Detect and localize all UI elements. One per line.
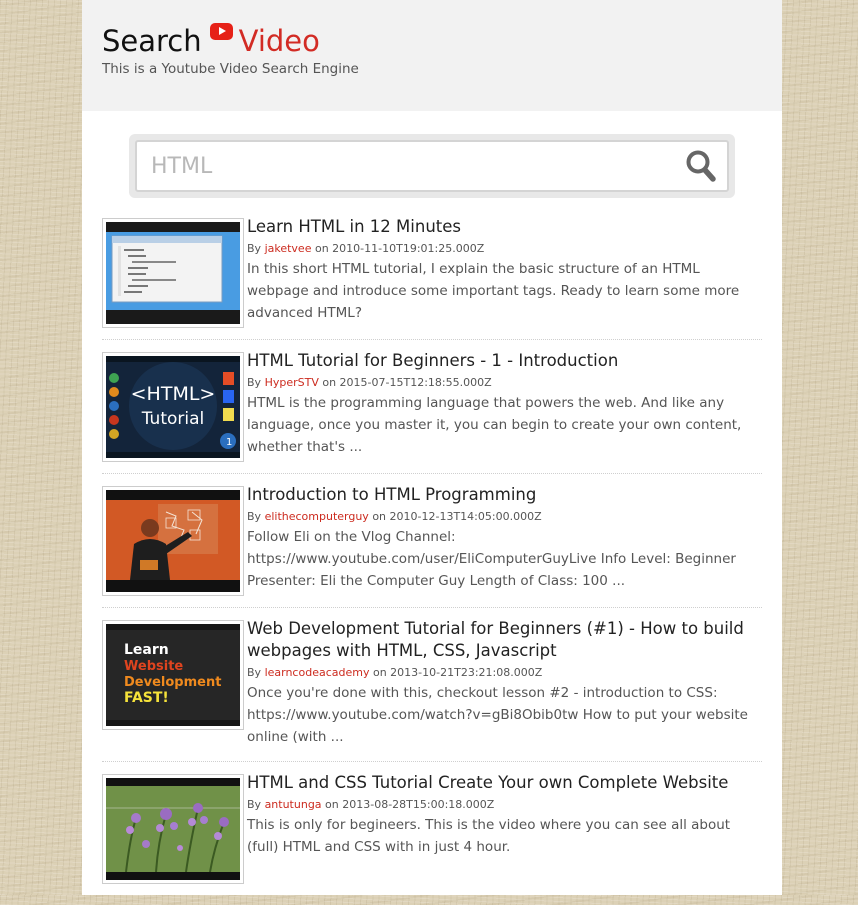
result-description: In this short HTML tutorial, I explain t… <box>247 261 740 321</box>
result-meta: By learncodeacademy on 2013-10-21T23:21:… <box>247 665 762 681</box>
result-date: 2010-12-13T14:05:00.000Z <box>389 510 542 523</box>
result-date: 2010-11-10T19:01:25.000Z <box>332 242 485 255</box>
search-icon[interactable] <box>685 149 717 183</box>
result-title[interactable]: HTML and CSS Tutorial Create Your own Co… <box>247 772 762 794</box>
result-item: Introduction to HTML Programming By elit… <box>102 484 762 608</box>
thumb-text-website: Website <box>124 659 183 674</box>
result-description: Follow Eli on the Vlog Channel: https://… <box>247 529 736 589</box>
result-thumbnail[interactable]: Learn Website Development FAST! <box>102 620 244 730</box>
by-label: By <box>247 798 262 811</box>
result-info: Web Development Tutorial for Beginners (… <box>247 618 762 748</box>
thumb-text-learn: Learn <box>124 642 169 658</box>
by-label: By <box>247 242 262 255</box>
result-thumbnail[interactable] <box>102 774 244 884</box>
search-input[interactable] <box>151 150 671 182</box>
result-thumbnail[interactable] <box>102 218 244 328</box>
result-item: Learn Website Development FAST! Web Deve… <box>102 618 762 762</box>
result-item: 1 <HTML> Tutorial HTML Tutorial for Begi… <box>102 350 762 474</box>
result-title[interactable]: Web Development Tutorial for Beginners (… <box>247 618 762 662</box>
result-description: Once you're done with this, checkout les… <box>247 685 748 745</box>
result-info: Learn HTML in 12 Minutes By jaketvee on … <box>247 216 762 324</box>
result-meta: By jaketvee on 2010-11-10T19:01:25.000Z <box>247 241 762 257</box>
on-label: on <box>314 242 329 255</box>
site-subtitle: This is a Youtube Video Search Engine <box>102 61 359 77</box>
result-author[interactable]: elithecomputerguy <box>265 510 369 523</box>
result-meta: By antutunga on 2013-08-28T15:00:18.000Z <box>247 797 762 813</box>
thumb-text-html: <HTML> <box>131 383 216 405</box>
result-date: 2015-07-15T12:18:55.000Z <box>339 376 492 389</box>
result-title[interactable]: Introduction to HTML Programming <box>247 484 762 506</box>
result-author[interactable]: jaketvee <box>265 242 312 255</box>
svg-text:1: 1 <box>226 437 232 448</box>
thumb-text-development: Development <box>124 675 221 690</box>
thumb-text-tutorial: Tutorial <box>141 409 205 429</box>
result-info: Introduction to HTML Programming By elit… <box>247 484 762 592</box>
result-description: This is only for begineers. This is the … <box>247 817 731 855</box>
title-search-word: Search <box>102 24 202 58</box>
results-list: Learn HTML in 12 Minutes By jaketvee on … <box>102 216 762 905</box>
search-bar <box>129 134 735 198</box>
result-title[interactable]: Learn HTML in 12 Minutes <box>247 216 762 238</box>
result-date: 2013-10-21T23:21:08.000Z <box>390 666 543 679</box>
result-item: HTML and CSS Tutorial Create Your own Co… <box>102 772 762 895</box>
result-thumbnail[interactable] <box>102 486 244 596</box>
title-video-word: Video <box>238 24 320 58</box>
site-header: Search Video This is a Youtube Video Sear… <box>82 0 782 111</box>
on-label: on <box>372 510 387 523</box>
page-container: Search Video This is a Youtube Video Sear… <box>82 0 782 895</box>
result-description: HTML is the programming language that po… <box>247 395 742 455</box>
by-label: By <box>247 666 262 679</box>
result-title[interactable]: HTML Tutorial for Beginners - 1 - Introd… <box>247 350 762 372</box>
by-label: By <box>247 376 262 389</box>
search-box <box>135 140 729 192</box>
result-info: HTML Tutorial for Beginners - 1 - Introd… <box>247 350 762 458</box>
thumb-text-fast: FAST! <box>124 690 169 706</box>
result-thumbnail[interactable]: 1 <HTML> Tutorial <box>102 352 244 462</box>
by-label: By <box>247 510 262 523</box>
result-info: HTML and CSS Tutorial Create Your own Co… <box>247 772 762 858</box>
result-item: Learn HTML in 12 Minutes By jaketvee on … <box>102 216 762 340</box>
site-title: Search Video <box>102 22 320 60</box>
on-label: on <box>325 798 339 811</box>
result-date: 2013-08-28T15:00:18.000Z <box>342 798 495 811</box>
result-meta: By HyperSTV on 2015-07-15T12:18:55.000Z <box>247 375 762 391</box>
on-label: on <box>322 376 337 389</box>
result-meta: By elithecomputerguy on 2010-12-13T14:05… <box>247 509 762 525</box>
youtube-logo-icon <box>209 23 233 40</box>
result-author[interactable]: learncodeacademy <box>265 666 370 679</box>
result-author[interactable]: HyperSTV <box>265 376 319 389</box>
on-label: on <box>372 666 387 679</box>
result-author[interactable]: antutunga <box>265 798 322 811</box>
